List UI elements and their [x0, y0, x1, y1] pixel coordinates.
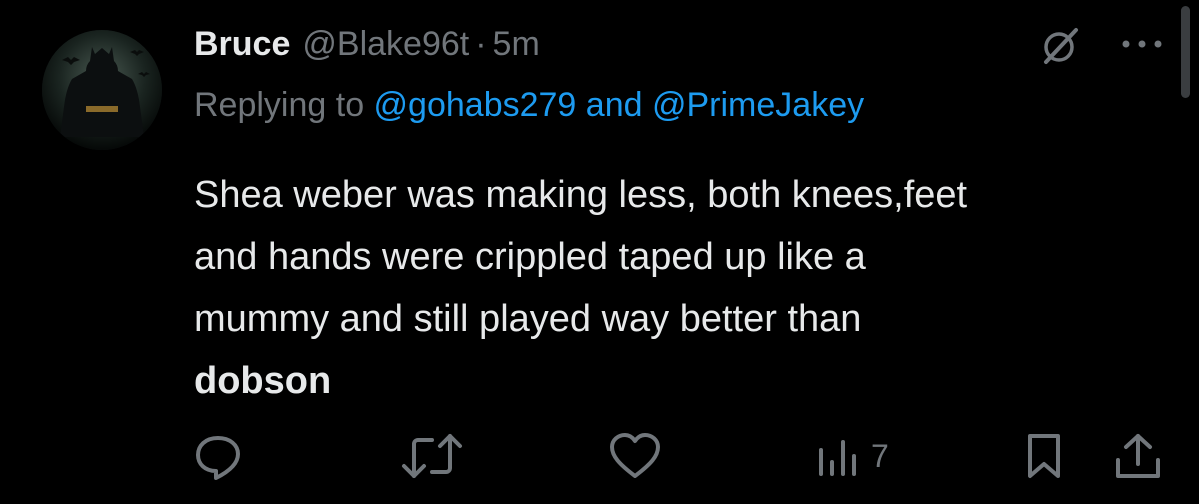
- author-handle[interactable]: @Blake96t: [302, 25, 469, 64]
- tweet[interactable]: Bruce @Blake96t · 5m Replying to @gohabs…: [0, 0, 1199, 504]
- mention-gohabs279[interactable]: @gohabs279: [374, 86, 577, 124]
- author-name[interactable]: Bruce: [194, 25, 290, 64]
- replying-conjunction: and: [585, 86, 652, 124]
- retweet-button[interactable]: [400, 426, 464, 486]
- share-icon: [1116, 434, 1160, 478]
- avatar[interactable]: [42, 30, 162, 150]
- replying-to: Replying to @gohabs279 and @PrimeJakey: [194, 86, 864, 125]
- views-icon: [819, 440, 856, 476]
- tweet-text: Shea weber was making less, both knees,f…: [194, 164, 1174, 412]
- views-count: 7: [871, 437, 889, 474]
- like-button[interactable]: [607, 426, 663, 486]
- tweet-header: Bruce @Blake96t · 5m: [194, 22, 540, 66]
- tweet-text-line: and hands were crippled taped up like a: [194, 236, 866, 278]
- tweet-text-line: Shea weber was making less, both knees,f…: [194, 174, 968, 216]
- tweet-text-line: mummy and still played way better than: [194, 298, 862, 340]
- retweet-icon: [402, 434, 462, 478]
- share-button[interactable]: [1112, 426, 1164, 486]
- action-bar: 7: [0, 426, 1199, 486]
- replying-prefix: Replying to: [194, 86, 374, 124]
- reply-button[interactable]: [192, 426, 244, 486]
- bookmark-icon: [1028, 434, 1060, 478]
- tweet-text-bold: dobson: [194, 360, 332, 402]
- grok-icon[interactable]: [1038, 24, 1082, 68]
- heart-icon: [610, 433, 660, 478]
- separator-dot: ·: [475, 24, 487, 63]
- mention-primejakey[interactable]: @PrimeJakey: [652, 86, 864, 124]
- timestamp[interactable]: 5m: [493, 25, 540, 64]
- views-button[interactable]: 7: [815, 426, 889, 486]
- more-icon[interactable]: [1118, 36, 1166, 52]
- reply-icon: [196, 436, 240, 480]
- scrollbar[interactable]: [1181, 6, 1190, 98]
- bookmark-button[interactable]: [1022, 426, 1066, 486]
